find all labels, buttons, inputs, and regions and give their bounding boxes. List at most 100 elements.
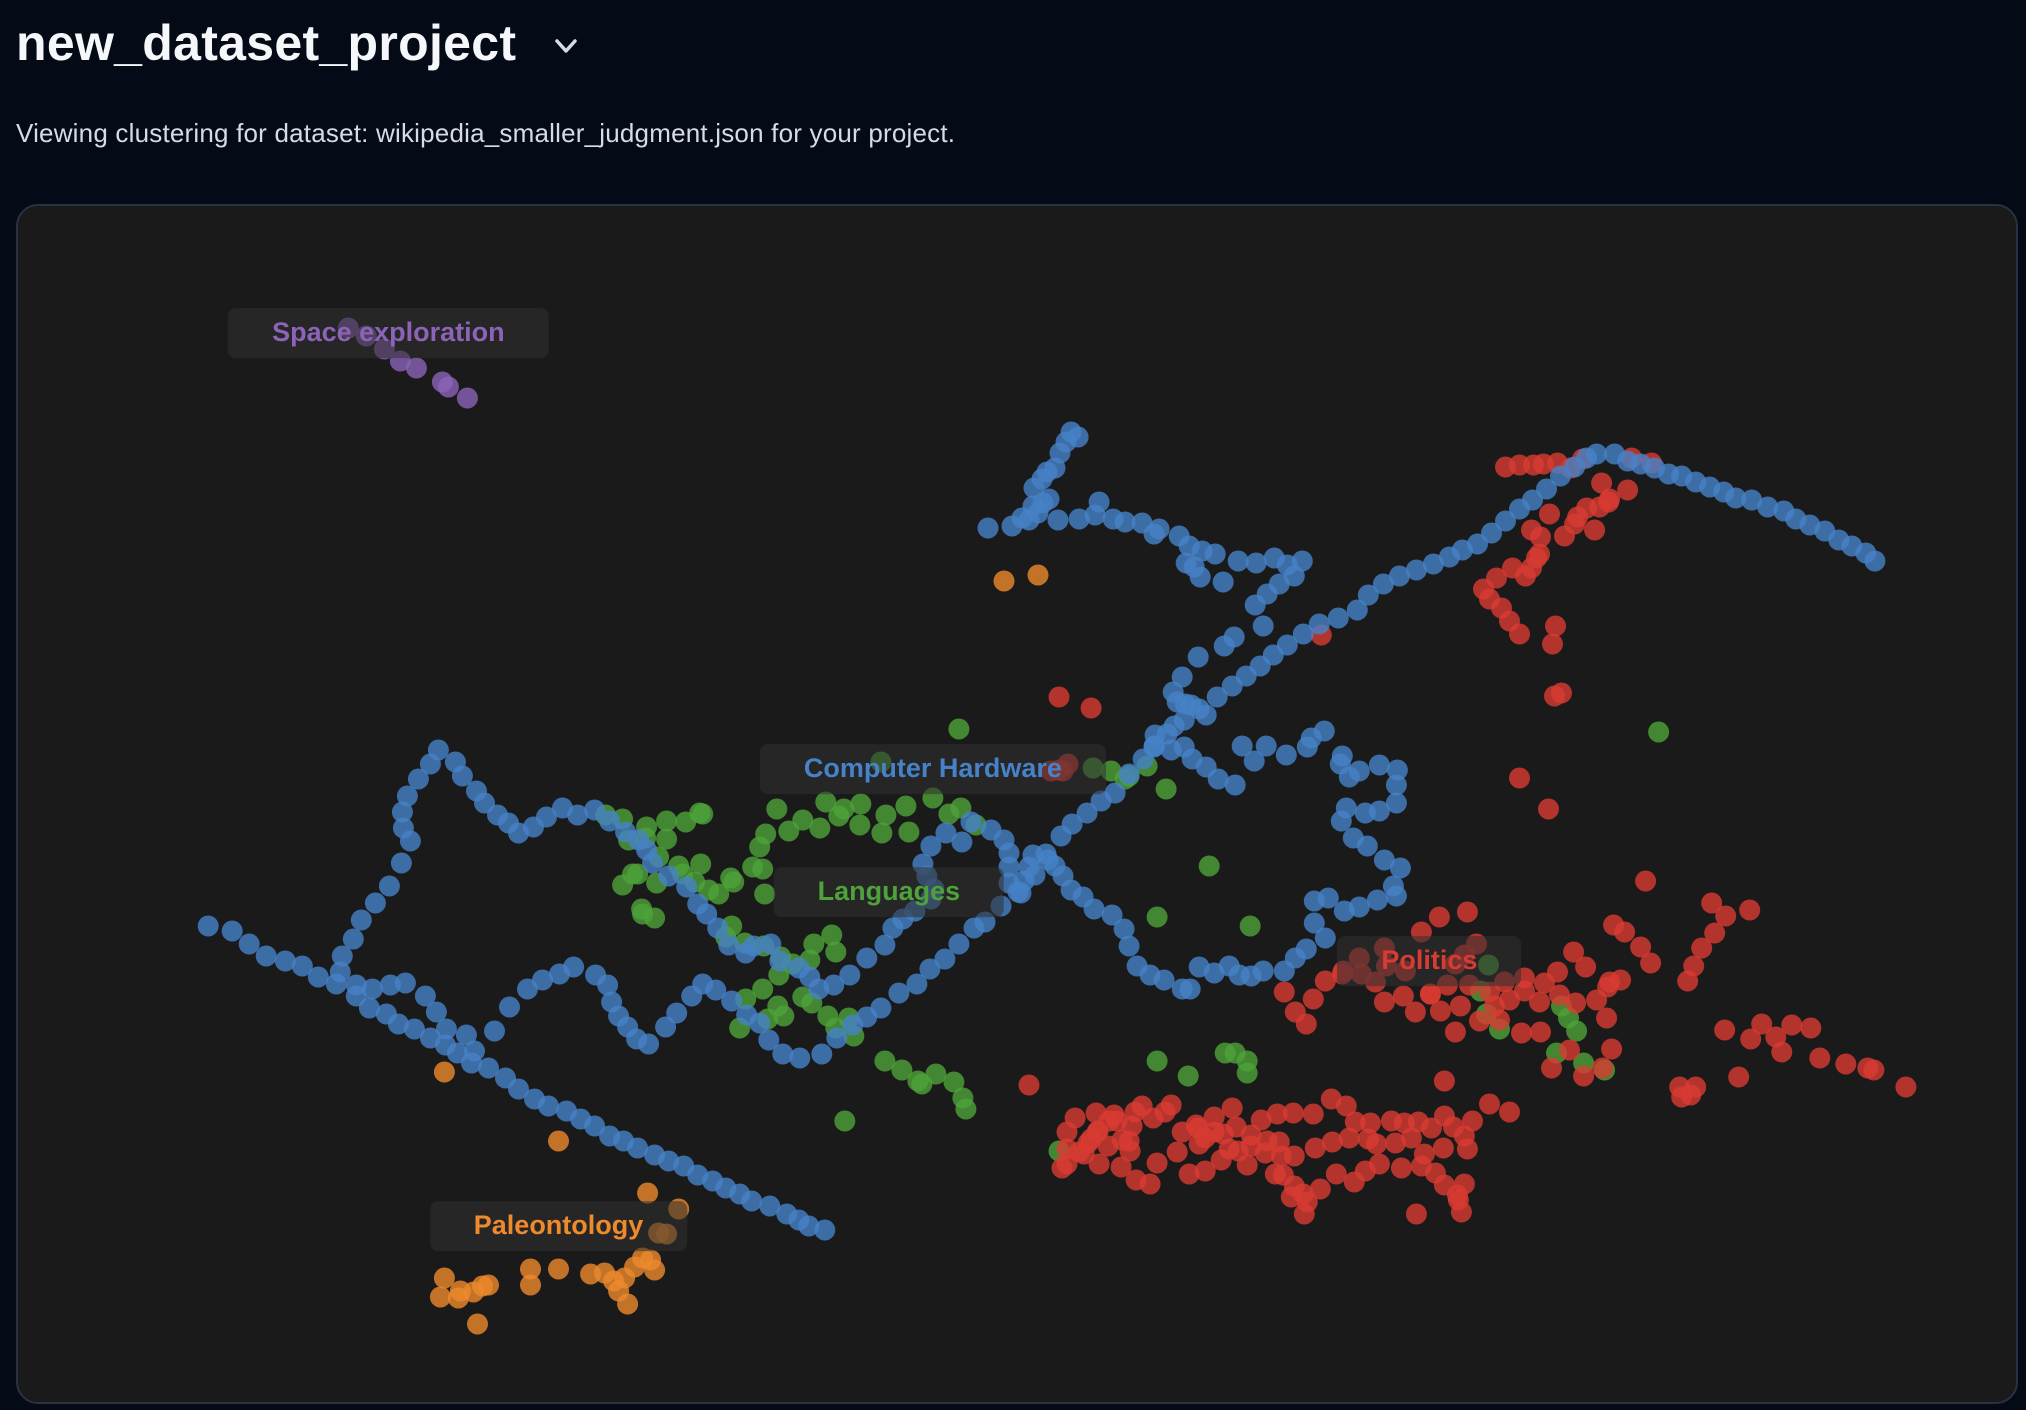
point-computer-hardware-237[interactable] <box>1104 782 1126 804</box>
point-computer-hardware-169[interactable] <box>444 751 466 773</box>
point-space-exploration-6[interactable] <box>437 376 459 398</box>
point-computer-hardware-71[interactable] <box>1348 760 1370 782</box>
point-computer-hardware-90[interactable] <box>1303 890 1325 912</box>
point-languages-62[interactable] <box>825 941 847 963</box>
point-computer-hardware-331[interactable] <box>814 1219 836 1241</box>
point-computer-hardware-270[interactable] <box>1586 443 1608 465</box>
cluster-label-languages[interactable]: Languages <box>773 867 1005 917</box>
point-politics-118[interactable] <box>1800 1017 1822 1039</box>
point-computer-hardware-103[interactable] <box>1171 978 1193 1000</box>
cluster-plot-panel[interactable]: Space exploration Computer Hardware Langua… <box>16 204 2018 1404</box>
point-politics-189[interactable] <box>1088 1153 1110 1175</box>
point-languages-85[interactable] <box>955 1098 977 1120</box>
point-computer-hardware-31[interactable] <box>1189 566 1211 588</box>
point-politics-131[interactable] <box>1433 1070 1455 1092</box>
point-computer-hardware-207[interactable] <box>666 1002 688 1024</box>
chevron-down-icon[interactable] <box>544 24 588 68</box>
point-politics-224[interactable] <box>1221 1097 1243 1119</box>
point-computer-hardware-151[interactable] <box>676 876 698 898</box>
point-paleontology-17[interactable] <box>520 1274 541 1296</box>
point-languages-93[interactable] <box>1236 1062 1258 1084</box>
point-politics-111[interactable] <box>1559 1039 1580 1061</box>
point-computer-hardware-64[interactable] <box>1275 744 1297 766</box>
point-politics-207[interactable] <box>1479 1093 1500 1115</box>
point-computer-hardware-177[interactable] <box>390 852 412 874</box>
point-computer-hardware-293[interactable] <box>238 933 260 955</box>
point-politics-214[interactable] <box>1380 1110 1402 1132</box>
point-languages-30[interactable] <box>898 821 920 843</box>
point-computer-hardware-137[interactable] <box>856 947 878 969</box>
point-politics-162[interactable] <box>1432 1137 1454 1159</box>
point-computer-hardware-176[interactable] <box>399 830 421 852</box>
point-politics-228[interactable] <box>1142 1107 1164 1129</box>
point-computer-hardware-28[interactable] <box>1204 543 1226 565</box>
point-languages-24[interactable] <box>875 804 897 826</box>
point-politics-225[interactable] <box>1203 1106 1225 1128</box>
point-space-exploration-4[interactable] <box>405 357 427 379</box>
point-politics-125[interactable] <box>1728 1066 1750 1088</box>
cluster-label-politics[interactable]: Politics <box>1337 936 1522 986</box>
point-languages-33[interactable] <box>828 805 850 827</box>
point-computer-hardware-180[interactable] <box>350 909 372 931</box>
point-politics-155[interactable] <box>1368 1153 1390 1175</box>
point-politics-192[interactable] <box>1139 1173 1161 1195</box>
point-languages-52[interactable] <box>723 871 745 893</box>
point-paleontology-15[interactable] <box>467 1313 488 1335</box>
point-computer-hardware-79[interactable] <box>1330 810 1352 832</box>
point-politics-44[interactable] <box>1538 798 1559 820</box>
point-paleontology-1[interactable] <box>1027 564 1049 586</box>
point-paleontology-28[interactable] <box>640 1249 662 1271</box>
point-computer-hardware-230[interactable] <box>1007 881 1029 903</box>
point-politics-124[interactable] <box>1895 1076 1917 1098</box>
point-computer-hardware-241[interactable] <box>1156 723 1178 745</box>
point-computer-hardware-24[interactable] <box>1143 523 1165 545</box>
point-computer-hardware-312[interactable] <box>538 1095 559 1117</box>
point-politics-200[interactable] <box>1296 1191 1318 1213</box>
point-politics-123[interactable] <box>1863 1059 1885 1081</box>
point-languages-31[interactable] <box>871 822 893 844</box>
point-computer-hardware-178[interactable] <box>378 875 400 897</box>
point-politics-226[interactable] <box>1185 1114 1207 1136</box>
point-politics-227[interactable] <box>1160 1094 1182 1116</box>
point-politics-203[interactable] <box>1450 1201 1472 1223</box>
point-politics-113[interactable] <box>1714 1019 1736 1041</box>
point-politics-102[interactable] <box>1444 1021 1466 1043</box>
point-computer-hardware-83[interactable] <box>1389 857 1411 879</box>
point-computer-hardware-297[interactable] <box>307 966 329 988</box>
point-computer-hardware-32[interactable] <box>1212 571 1234 593</box>
point-politics-71[interactable] <box>1534 972 1555 994</box>
point-politics-37[interactable] <box>1544 685 1565 707</box>
point-politics-132[interactable] <box>1018 1074 1040 1096</box>
point-computer-hardware-109[interactable] <box>1101 904 1123 926</box>
point-computer-hardware-124[interactable] <box>980 819 1002 841</box>
point-computer-hardware-72[interactable] <box>1368 754 1390 776</box>
point-politics-201[interactable] <box>1405 1203 1427 1225</box>
point-politics-152[interactable] <box>1325 1163 1347 1185</box>
point-politics-51[interactable] <box>1691 937 1713 959</box>
point-computer-hardware-41[interactable] <box>1244 594 1266 616</box>
point-computer-hardware-14[interactable] <box>1001 515 1023 537</box>
point-politics-88[interactable] <box>1302 988 1324 1010</box>
point-paleontology-18[interactable] <box>548 1258 569 1280</box>
point-politics-206[interactable] <box>1499 1101 1520 1123</box>
point-languages-86[interactable] <box>911 1073 933 1095</box>
point-computer-hardware-81[interactable] <box>1356 835 1378 857</box>
point-politics-112[interactable] <box>1596 1007 1618 1029</box>
point-politics-100[interactable] <box>1419 983 1441 1005</box>
point-politics-218[interactable] <box>1320 1088 1342 1110</box>
point-computer-hardware-179[interactable] <box>364 892 386 914</box>
point-space-exploration-7[interactable] <box>456 387 478 409</box>
point-computer-hardware-15[interactable] <box>977 517 999 539</box>
point-computer-hardware-34[interactable] <box>1245 552 1267 574</box>
point-languages-35[interactable] <box>778 820 800 842</box>
point-politics-141[interactable] <box>1166 1141 1188 1163</box>
point-politics-129[interactable] <box>1680 1084 1702 1106</box>
point-politics-108[interactable] <box>1592 1057 1614 1079</box>
point-computer-hardware-326[interactable] <box>741 1190 763 1212</box>
point-politics-30[interactable] <box>1591 472 1613 494</box>
point-computer-hardware-216[interactable] <box>789 1047 811 1069</box>
point-computer-hardware-63[interactable] <box>1255 735 1277 757</box>
point-computer-hardware-92[interactable] <box>1314 927 1336 949</box>
point-computer-hardware-298[interactable] <box>325 973 347 995</box>
point-politics-106[interactable] <box>1530 1021 1551 1043</box>
